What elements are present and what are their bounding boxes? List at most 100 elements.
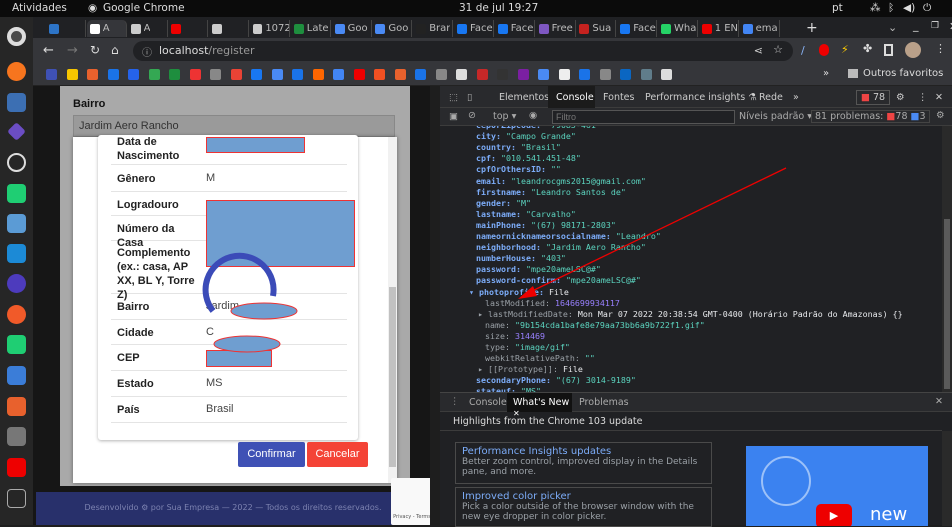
console-filter-input[interactable] <box>552 110 735 124</box>
bookmark-icon[interactable] <box>394 69 406 80</box>
bookmark-icon[interactable] <box>415 69 426 80</box>
cancel-button[interactable]: Cancelar <box>307 442 368 467</box>
back-button[interactable]: ← <box>43 43 54 58</box>
bookmark-icon[interactable] <box>230 69 242 80</box>
browser-tab[interactable]: ema <box>740 20 780 37</box>
dock-app-icon[interactable] <box>7 427 26 446</box>
bookmark-icon[interactable] <box>333 69 344 80</box>
live-expression-icon[interactable]: ◉ <box>529 110 537 121</box>
browser-tab[interactable] <box>168 20 209 37</box>
console-settings-icon[interactable]: ⚙ <box>936 110 945 121</box>
extension-icon[interactable]: ⚡ <box>841 43 849 56</box>
show-apps-icon[interactable] <box>7 489 26 508</box>
more-options-icon[interactable]: ⋮ <box>918 92 928 103</box>
virtualbox-dock-icon[interactable] <box>7 214 26 233</box>
news-title[interactable]: Improved color picker <box>462 491 705 502</box>
youtube-play-icon[interactable]: ▶ <box>816 504 852 526</box>
bookmark-icon[interactable] <box>517 69 529 80</box>
drawer-tab-problems[interactable]: Problemas <box>579 397 629 408</box>
bluetooth-icon[interactable]: ᛒ <box>888 2 894 14</box>
firefox-dock-icon[interactable] <box>7 62 26 81</box>
settings-icon[interactable]: ⚙ <box>896 92 905 103</box>
browser-tab[interactable]: Free <box>536 20 576 37</box>
drawer-tab-console[interactable]: Console <box>469 397 507 408</box>
bookmark-icon[interactable] <box>661 69 672 80</box>
menu-kebab-icon[interactable]: ⋮ <box>935 42 946 55</box>
youtube-dock-icon[interactable] <box>7 458 26 477</box>
sidebar-toggle-icon[interactable]: ▣ <box>449 111 458 122</box>
context-select[interactable]: top ▾ <box>493 111 516 122</box>
more-bookmarks-icon[interactable]: » <box>823 68 829 79</box>
sidepanel-icon[interactable] <box>884 44 893 56</box>
network-icon[interactable]: ⁂ <box>870 2 881 14</box>
bookmark-icon[interactable] <box>189 69 201 80</box>
device-toggle-icon[interactable]: ▯ <box>467 92 472 103</box>
bookmark-icon[interactable] <box>148 69 160 80</box>
bairro-input[interactable]: Jardim Aero Rancho <box>73 115 395 137</box>
news-card[interactable]: Improved color picker Pick a color outsid… <box>455 487 712 527</box>
tab-network[interactable]: Rede <box>759 92 783 103</box>
dock-app-icon[interactable] <box>7 274 26 293</box>
tab-performance-insights[interactable]: Performance insights ⚗ <box>645 92 757 103</box>
recaptcha-badge[interactable]: Privacy - Terms <box>391 478 430 525</box>
browser-tab[interactable]: Goo <box>332 20 372 37</box>
browser-tab[interactable]: Goo <box>372 20 413 37</box>
browser-tab[interactable]: Wha <box>658 20 698 37</box>
bookmark-icon[interactable] <box>292 69 303 80</box>
bookmark-icon[interactable] <box>210 69 221 80</box>
bookmark-icon[interactable] <box>374 69 385 80</box>
drawer-tab-whats-new[interactable]: What's New ✕ <box>507 393 572 418</box>
close-drawer-icon[interactable]: ✕ <box>935 396 943 407</box>
activities-button[interactable]: Atividades <box>12 2 67 14</box>
bookmark-icon[interactable] <box>46 69 57 80</box>
bookmark-icon[interactable] <box>640 69 652 80</box>
profile-avatar[interactable] <box>905 42 921 58</box>
browser-tab[interactable]: Face <box>495 20 535 37</box>
close-devtools-icon[interactable]: ✕ <box>935 92 943 103</box>
bookmark-icon[interactable] <box>435 69 447 80</box>
info-icon[interactable]: ⓘ <box>142 44 152 59</box>
bookmark-icon[interactable] <box>87 69 98 80</box>
bookmark-icon[interactable] <box>107 69 119 80</box>
bookmark-icon[interactable] <box>579 69 590 80</box>
bookmark-icon[interactable] <box>353 69 365 80</box>
console-property[interactable]: ▾ photoprofile: File <box>469 287 569 298</box>
video-thumbnail[interactable]: ▶ new <box>746 446 928 526</box>
bookmark-icon[interactable] <box>312 69 324 80</box>
confirm-button[interactable]: Confirmar <box>238 442 305 467</box>
browser-tab[interactable]: A <box>128 20 168 37</box>
files-dock-icon[interactable] <box>7 366 26 385</box>
log-levels-select[interactable]: Níveis padrão ▾ <box>739 111 812 122</box>
power-icon[interactable]: ⏻ <box>923 2 931 15</box>
browser-tab[interactable]: Late <box>291 20 331 37</box>
drawer-scrollbar[interactable] <box>942 431 952 526</box>
other-bookmarks[interactable]: Outros favoritos <box>863 68 943 79</box>
address-bar[interactable]: ⓘ localhost/register ⋖ ☆ <box>133 41 793 61</box>
bookmark-icon[interactable] <box>599 69 611 80</box>
browser-tab[interactable]: Face <box>617 20 658 37</box>
dock-app-icon[interactable] <box>7 93 26 112</box>
browser-tab[interactable] <box>46 20 86 37</box>
maximize-button[interactable]: ❐ <box>931 21 939 31</box>
new-tab-button[interactable]: + <box>806 20 818 36</box>
dock-app-icon[interactable] <box>7 397 26 416</box>
error-badge[interactable]: ■ 78 <box>856 90 891 105</box>
news-card[interactable]: Performance Insights updates Better zoom … <box>455 442 712 484</box>
bookmark-icon[interactable] <box>538 69 549 80</box>
console-property[interactable]: ▸ lastModifiedDate: Mon Mar 07 2022 20:3… <box>478 309 903 320</box>
console-property[interactable]: ▸ [[Prototype]]: File <box>478 364 583 375</box>
pycharm-dock-icon[interactable] <box>7 184 26 203</box>
extension-icon[interactable]: / <box>801 44 805 57</box>
bookmark-icon[interactable] <box>558 69 570 80</box>
clear-console-icon[interactable]: ⊘ <box>468 110 476 121</box>
bookmark-icon[interactable] <box>66 69 78 80</box>
dock-app-icon[interactable] <box>7 122 26 141</box>
minimize-button[interactable]: _ <box>913 19 919 32</box>
inspect-element-icon[interactable]: ⬚ <box>449 92 458 103</box>
home-button[interactable]: ⌂ <box>111 43 119 57</box>
browser-tab[interactable] <box>209 20 250 37</box>
dock-app-icon[interactable] <box>7 153 26 172</box>
bookmark-icon[interactable] <box>128 69 139 80</box>
browser-tab[interactable]: 1072 <box>250 20 290 37</box>
bookmark-icon[interactable] <box>620 69 631 80</box>
